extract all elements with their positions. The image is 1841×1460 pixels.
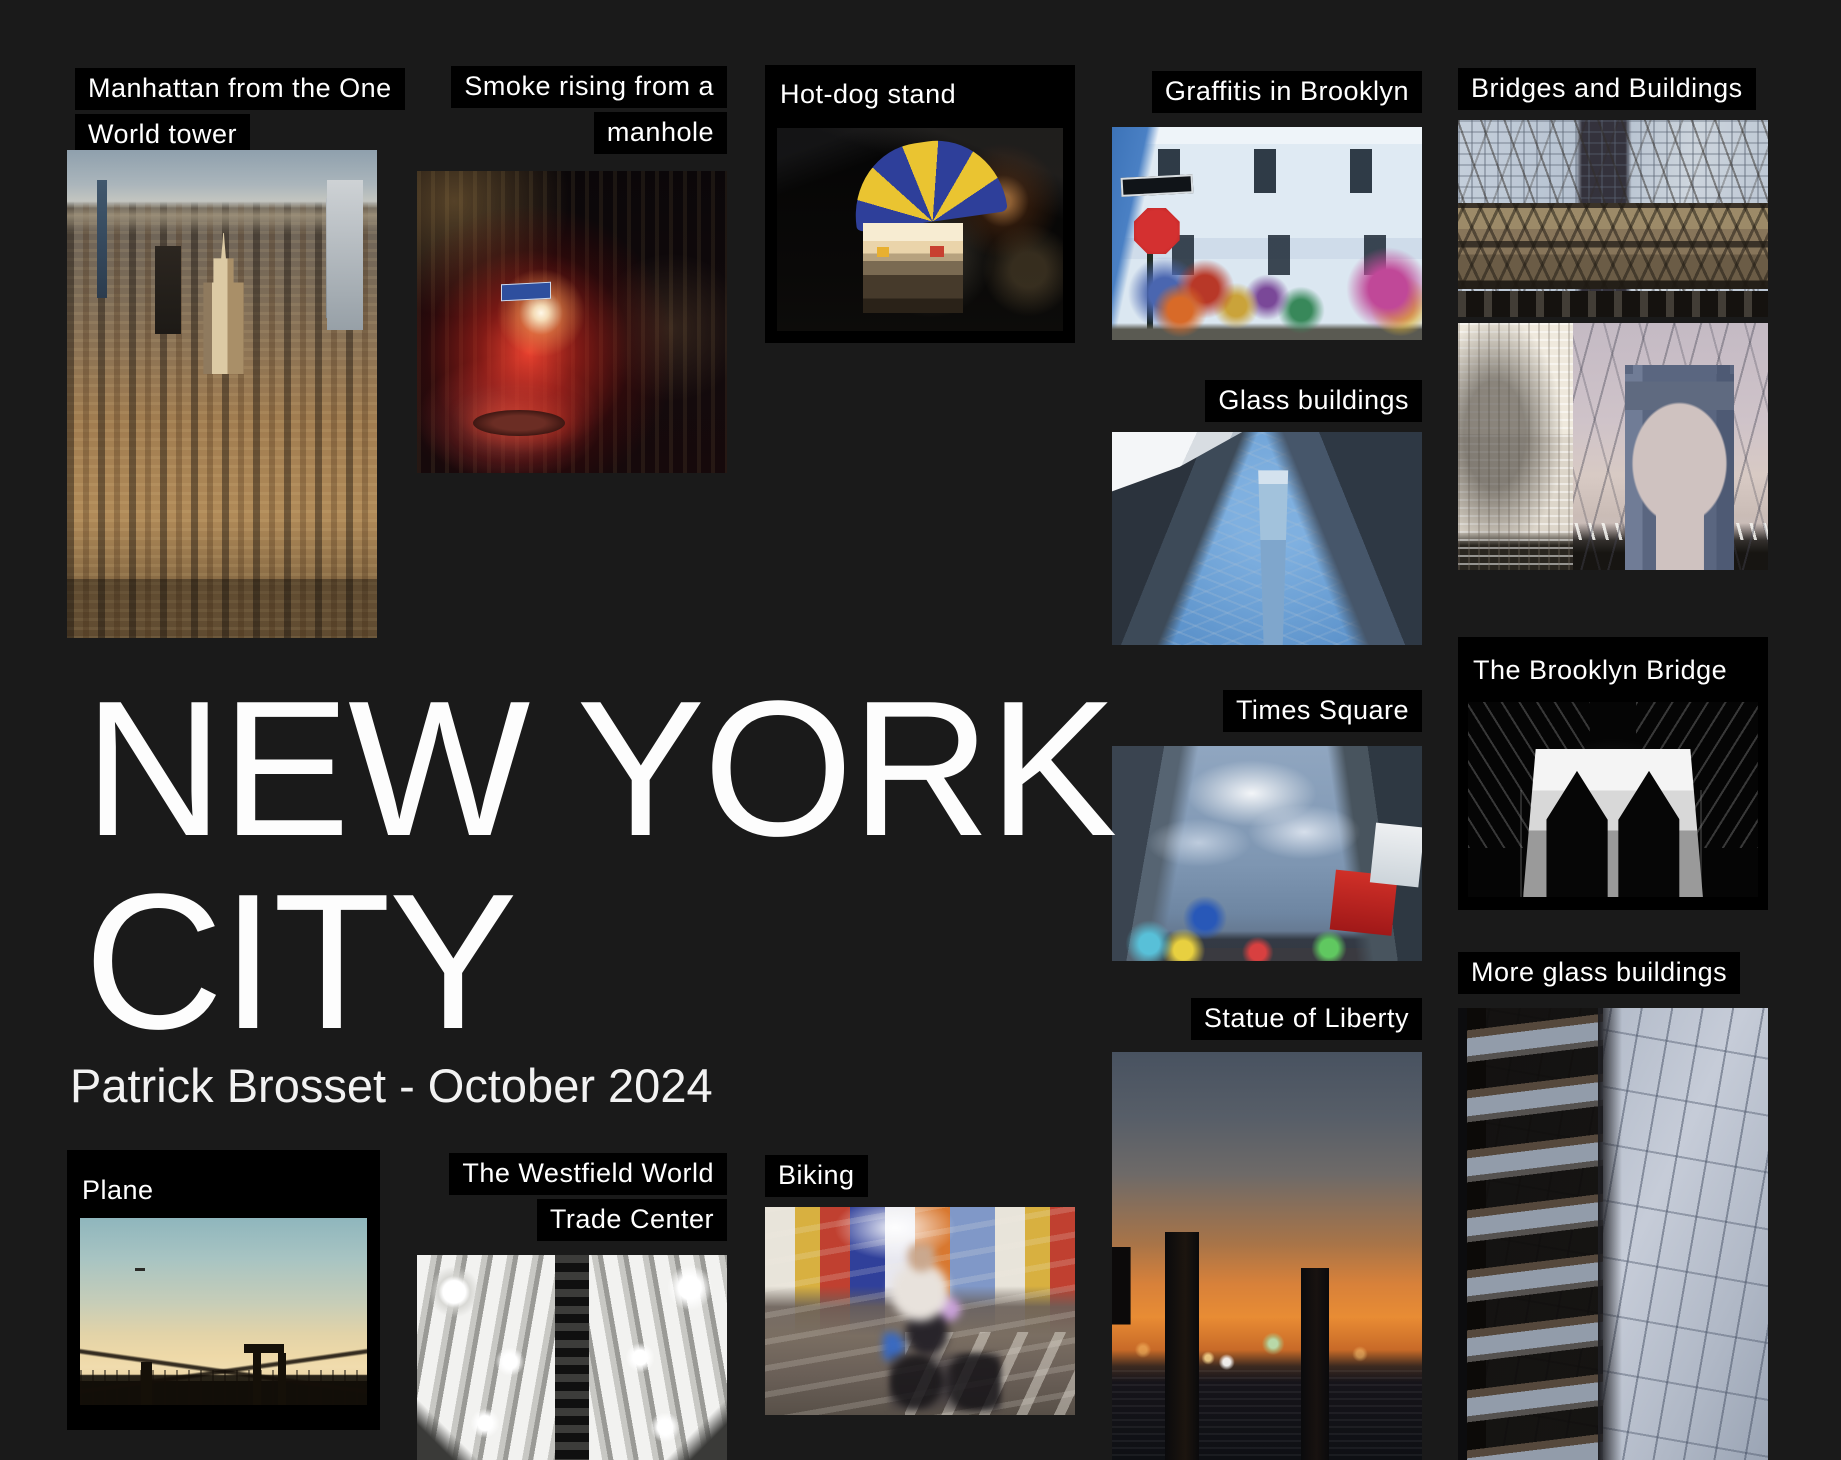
page-title-line2: CITY — [84, 865, 1115, 1058]
photo-brooklyn-bridge[interactable] — [1468, 702, 1758, 897]
photo-graffitis-brooklyn[interactable] — [1112, 127, 1422, 340]
caption-statue: Statue of Liberty — [1191, 998, 1422, 1040]
photo-manhattan-skyline[interactable] — [67, 150, 377, 638]
photo-biking[interactable] — [765, 1207, 1075, 1415]
photo-times-square[interactable] — [1112, 746, 1422, 961]
caption-smoke-line2: manhole — [594, 112, 727, 154]
photo-smoke-manhole[interactable] — [417, 171, 727, 473]
caption-smoke-line1: Smoke rising from a — [451, 66, 727, 108]
photo-hotdog-stand[interactable] — [777, 128, 1063, 331]
page-title-line1: NEW YORK — [84, 672, 1115, 865]
card-plane[interactable]: Plane — [67, 1150, 380, 1430]
caption-brooklyn-bridge: The Brooklyn Bridge — [1473, 655, 1727, 685]
caption-manhattan-line1: Manhattan from the One — [75, 68, 405, 110]
caption-hotdog: Hot-dog stand — [780, 79, 956, 109]
caption-glass-buildings: Glass buildings — [1205, 380, 1422, 422]
photo-manhattan-bridge-tower[interactable] — [1458, 323, 1768, 570]
page-title: NEW YORK CITY — [84, 672, 1115, 1058]
photo-plane-bridge-sunset[interactable] — [80, 1218, 367, 1405]
caption-westfield-line2: Trade Center — [537, 1199, 727, 1241]
card-brooklyn-bridge[interactable]: The Brooklyn Bridge — [1458, 637, 1768, 910]
photo-bridge-deck[interactable] — [1458, 120, 1768, 317]
photo-statue-of-liberty[interactable] — [1112, 1052, 1422, 1460]
photo-more-glass-buildings[interactable] — [1458, 1008, 1768, 1460]
photo-westfield-oculus[interactable] — [417, 1255, 727, 1460]
caption-bridges: Bridges and Buildings — [1458, 68, 1756, 110]
caption-plane: Plane — [82, 1175, 154, 1205]
caption-more-glass: More glass buildings — [1458, 952, 1740, 994]
page-subtitle: Patrick Brosset - October 2024 — [70, 1058, 713, 1113]
card-hotdog-stand[interactable]: Hot-dog stand — [765, 65, 1075, 343]
caption-times-square: Times Square — [1223, 690, 1422, 732]
caption-biking: Biking — [765, 1155, 868, 1197]
caption-graffiti: Graffitis in Brooklyn — [1152, 71, 1422, 113]
photo-story-page: Manhattan from the One World tower Smoke… — [0, 0, 1841, 1460]
photo-glass-buildings[interactable] — [1112, 432, 1422, 645]
caption-westfield-line1: The Westfield World — [449, 1153, 727, 1195]
